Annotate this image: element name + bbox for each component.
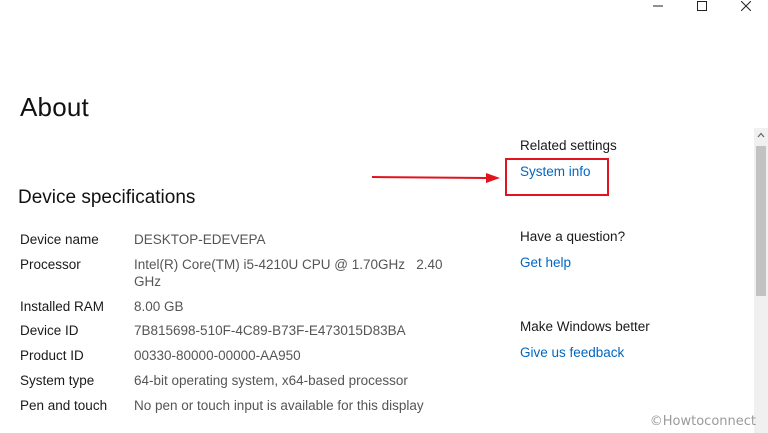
minimize-button[interactable] bbox=[636, 0, 680, 12]
spec-value: 64-bit operating system, x64-based proce… bbox=[134, 372, 408, 388]
spec-value: 00330-80000-00000-AA950 bbox=[134, 348, 301, 364]
spec-label: Device name bbox=[20, 232, 99, 247]
maximize-button[interactable] bbox=[680, 0, 724, 12]
question-heading: Have a question? bbox=[520, 229, 626, 244]
minimize-icon bbox=[653, 5, 663, 7]
close-button[interactable] bbox=[724, 0, 768, 12]
scroll-thumb[interactable] bbox=[756, 146, 766, 296]
spec-label: Device ID bbox=[20, 323, 79, 339]
spec-row-pen-and-touch: Pen and touch No pen or touch input is a… bbox=[20, 397, 480, 414]
spec-label: Pen and touch bbox=[20, 397, 108, 413]
vertical-scrollbar[interactable] bbox=[754, 128, 768, 433]
spec-row-product-id: Product ID 00330-80000-00000-AA950 bbox=[20, 347, 480, 364]
spec-row-system-type: System type 64-bit operating system, x64… bbox=[20, 372, 480, 389]
scroll-up-button[interactable] bbox=[754, 128, 768, 142]
spec-value: Intel(R) Core(TM) i5-4210U CPU @ 1.70GHz… bbox=[134, 256, 447, 289]
spec-value: No pen or touch input is available for t… bbox=[134, 397, 424, 413]
spec-value: DESKTOP-EDEVEPA bbox=[134, 232, 266, 247]
close-icon bbox=[741, 1, 751, 11]
spec-label: Product ID bbox=[20, 348, 84, 364]
maximize-icon bbox=[697, 1, 707, 11]
feedback-heading: Make Windows better bbox=[520, 319, 650, 334]
question-section: Have a question? Get help bbox=[520, 229, 740, 272]
chevron-up-icon bbox=[757, 132, 765, 138]
spec-row-device-id: Device ID 7B815698-510F-4C89-B73F-E47301… bbox=[20, 322, 480, 339]
window-controls bbox=[636, 0, 768, 12]
related-settings-heading: Related settings bbox=[520, 138, 617, 153]
annotation-arrow-icon bbox=[372, 173, 500, 183]
device-specifications-heading: Device specifications bbox=[18, 187, 196, 208]
page-title: About bbox=[20, 92, 89, 122]
spec-label: System type bbox=[20, 372, 95, 388]
spec-value: 7B815698-510F-4C89-B73F-E473015D83BA bbox=[134, 323, 406, 339]
spec-row-device-name: Device name DESKTOP-EDEVEPA bbox=[20, 231, 480, 248]
watermark: ©Howtoconnect bbox=[649, 414, 756, 429]
spec-value: 8.00 GB bbox=[134, 298, 184, 314]
feedback-section: Make Windows better Give us feedback bbox=[520, 319, 740, 362]
give-feedback-link[interactable]: Give us feedback bbox=[520, 345, 624, 360]
system-info-link[interactable]: System info bbox=[520, 164, 591, 179]
related-settings-section: Related settings System info bbox=[520, 138, 740, 181]
spec-row-installed-ram: Installed RAM 8.00 GB bbox=[20, 298, 480, 315]
device-specifications-list: Device name DESKTOP-EDEVEPA Processor In… bbox=[20, 231, 480, 422]
spec-label: Installed RAM bbox=[20, 298, 105, 314]
spec-row-processor: Processor Intel(R) Core(TM) i5-4210U CPU… bbox=[20, 256, 480, 290]
spec-label: Processor bbox=[20, 256, 81, 272]
get-help-link[interactable]: Get help bbox=[520, 255, 571, 270]
